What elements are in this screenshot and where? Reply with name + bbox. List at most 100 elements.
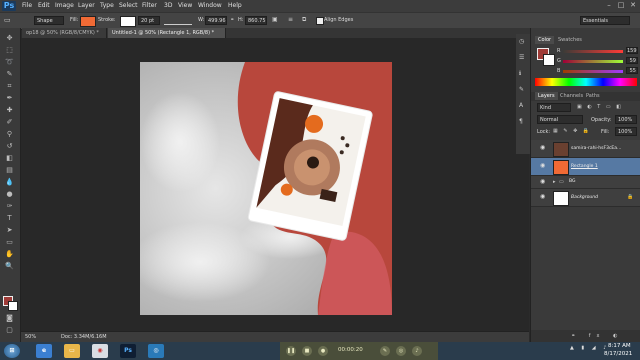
shape-mode-select[interactable]: Shape xyxy=(34,16,64,25)
visibility-eye-icon[interactable]: ◉ xyxy=(540,194,547,200)
brush-tool-icon[interactable]: ✐ xyxy=(4,118,15,126)
stroke-swatch[interactable] xyxy=(120,16,136,27)
photoshop-taskbar-icon[interactable]: Ps xyxy=(120,344,136,358)
quick-select-tool-icon[interactable]: ✎ xyxy=(4,70,15,78)
crop-tool-icon[interactable]: ⌗ xyxy=(4,82,15,90)
tab-swatches[interactable]: Swatches xyxy=(555,36,585,44)
character-panel-icon[interactable]: A xyxy=(519,102,527,110)
layer-filter-icons[interactable]: ▣ ◐ T ▭ ◧ xyxy=(577,104,623,110)
menu-window[interactable]: Window xyxy=(198,2,222,9)
background-color-chip[interactable] xyxy=(543,54,555,66)
background-color-swatch[interactable] xyxy=(8,301,18,311)
gradient-tool-icon[interactable]: ▤ xyxy=(4,166,15,174)
layer-row-background[interactable]: ◉ Background 🔒 xyxy=(531,189,640,207)
folder-icon[interactable]: ▭ xyxy=(64,344,80,358)
layer-row-rectangle-1[interactable]: ◉ Rectangle 1 xyxy=(531,158,640,176)
path-alignment-icon[interactable]: ≡ xyxy=(288,16,296,25)
tab-op18[interactable]: op18 @ 50% (RGB/8/CMYK) * xyxy=(22,28,107,38)
menu-file[interactable]: File xyxy=(22,2,32,9)
kind-filter-select[interactable]: Kind xyxy=(537,103,571,112)
menu-3d[interactable]: 3D xyxy=(164,2,172,9)
fill-swatch[interactable] xyxy=(80,16,96,27)
eraser-tool-icon[interactable]: ◧ xyxy=(4,154,15,162)
menu-help[interactable]: Help xyxy=(228,2,242,9)
dodge-tool-icon[interactable]: ● xyxy=(4,190,15,198)
r-slider[interactable] xyxy=(563,50,623,53)
tab-color[interactable]: Color xyxy=(535,36,555,44)
layer-row-bg-group[interactable]: ◉ ▸ ▭ BG xyxy=(531,176,640,189)
stop-button[interactable]: ■ xyxy=(302,346,312,356)
stroke-type-select[interactable] xyxy=(164,17,192,25)
path-select-tool-icon[interactable]: ➤ xyxy=(4,226,15,234)
menu-type[interactable]: Type xyxy=(100,2,114,9)
move-tool-icon[interactable]: ✥ xyxy=(4,34,15,42)
info-panel-icon[interactable]: ℹ xyxy=(519,70,527,78)
webcam-button[interactable]: ◎ xyxy=(396,346,406,356)
tab-paths[interactable]: Paths xyxy=(583,92,603,100)
pen-tool-icon[interactable]: ✑ xyxy=(4,202,15,210)
layers-footer-icons[interactable]: ⚭ fx ◐ ◧ ▭ ⊞ 🗑 xyxy=(531,330,640,351)
history-panel-icon[interactable]: ◷ xyxy=(519,38,527,46)
maximize-button[interactable]: □ xyxy=(616,1,626,10)
shape-tool-icon[interactable]: ▭ xyxy=(4,16,14,25)
chrome-icon[interactable]: ◉ xyxy=(92,344,108,358)
screen-mode-icon[interactable]: ▢ xyxy=(4,326,15,334)
healing-brush-tool-icon[interactable]: ✚ xyxy=(4,106,15,114)
path-arrangement-icon[interactable]: ⧉ xyxy=(302,16,310,25)
blend-mode-select[interactable]: Normal xyxy=(537,115,583,124)
menu-filter[interactable]: Filter xyxy=(142,2,157,9)
visibility-eye-icon[interactable]: ◉ xyxy=(540,179,547,185)
g-value[interactable]: 59 xyxy=(626,57,638,64)
ie-icon[interactable]: e xyxy=(36,344,52,358)
clock-time[interactable]: 8:17 AM xyxy=(608,343,631,349)
brush-panel-icon[interactable]: ✎ xyxy=(519,86,527,94)
tab-layers[interactable]: Layers xyxy=(535,92,558,100)
stroke-size-input[interactable]: 20 pt xyxy=(138,16,160,25)
type-tool-icon[interactable]: T xyxy=(4,214,15,222)
history-brush-tool-icon[interactable]: ↺ xyxy=(4,142,15,150)
visibility-eye-icon[interactable]: ◉ xyxy=(540,145,547,151)
menu-layer[interactable]: Layer xyxy=(78,2,95,9)
height-input[interactable]: 860.75 xyxy=(245,16,267,25)
align-edges-checkbox[interactable] xyxy=(316,17,324,25)
fill-input[interactable]: 100% xyxy=(615,127,637,136)
document-canvas[interactable] xyxy=(140,62,392,315)
pause-button[interactable]: ❚❚ xyxy=(286,346,296,356)
record-button[interactable]: ● xyxy=(318,346,328,356)
tab-untitled-1[interactable]: Untitled-1 @ 50% (Rectangle 1, RGB/8) * xyxy=(108,28,226,38)
rectangle-tool-icon[interactable]: ▭ xyxy=(4,238,15,246)
b-slider[interactable] xyxy=(563,70,623,73)
b-value[interactable]: 55 xyxy=(626,67,638,74)
quick-mask-icon[interactable]: ◙ xyxy=(4,314,15,322)
paragraph-panel-icon[interactable]: ¶ xyxy=(519,118,527,126)
microphone-button[interactable]: ♪ xyxy=(412,346,422,356)
r-value[interactable]: 159 xyxy=(626,47,638,54)
width-input[interactable]: 499.96 xyxy=(205,16,227,25)
camera-app-icon[interactable]: ◎ xyxy=(148,344,164,358)
visibility-eye-icon[interactable]: ◉ xyxy=(540,163,547,169)
zoom-tool-icon[interactable]: 🔍 xyxy=(4,262,15,270)
blur-tool-icon[interactable]: 💧 xyxy=(4,178,15,186)
link-icon[interactable]: ⚭ xyxy=(230,17,234,23)
path-operations-icon[interactable]: ▣ xyxy=(272,16,280,25)
close-button[interactable]: ✕ xyxy=(628,1,638,10)
clone-stamp-tool-icon[interactable]: ⚲ xyxy=(4,130,15,138)
tab-channels[interactable]: Channels xyxy=(557,92,586,100)
chevron-right-icon[interactable]: ▸ xyxy=(553,179,556,185)
lock-icons[interactable]: ▦ ✎ ✥ 🔒 xyxy=(553,128,591,134)
minimize-button[interactable]: – xyxy=(604,1,614,10)
properties-panel-icon[interactable]: ☰ xyxy=(519,54,527,62)
clock-date[interactable]: 8/17/2021 xyxy=(604,351,632,357)
start-button-icon[interactable]: ⊞ xyxy=(4,344,20,358)
menu-image[interactable]: Image xyxy=(55,2,74,9)
pen-button[interactable]: ✎ xyxy=(380,346,390,356)
workspace-select[interactable]: Essentials xyxy=(580,16,630,25)
layer-row-samira[interactable]: ◉ samira-rahi-hsF3cEa... xyxy=(531,140,640,158)
menu-view[interactable]: View xyxy=(178,2,192,9)
menu-select[interactable]: Select xyxy=(119,2,138,9)
menu-edit[interactable]: Edit xyxy=(38,2,50,9)
marquee-tool-icon[interactable]: ⬚ xyxy=(4,46,15,54)
hand-tool-icon[interactable]: ✋ xyxy=(4,250,15,258)
opacity-input[interactable]: 100% xyxy=(615,115,637,124)
color-ramp[interactable] xyxy=(535,78,637,86)
